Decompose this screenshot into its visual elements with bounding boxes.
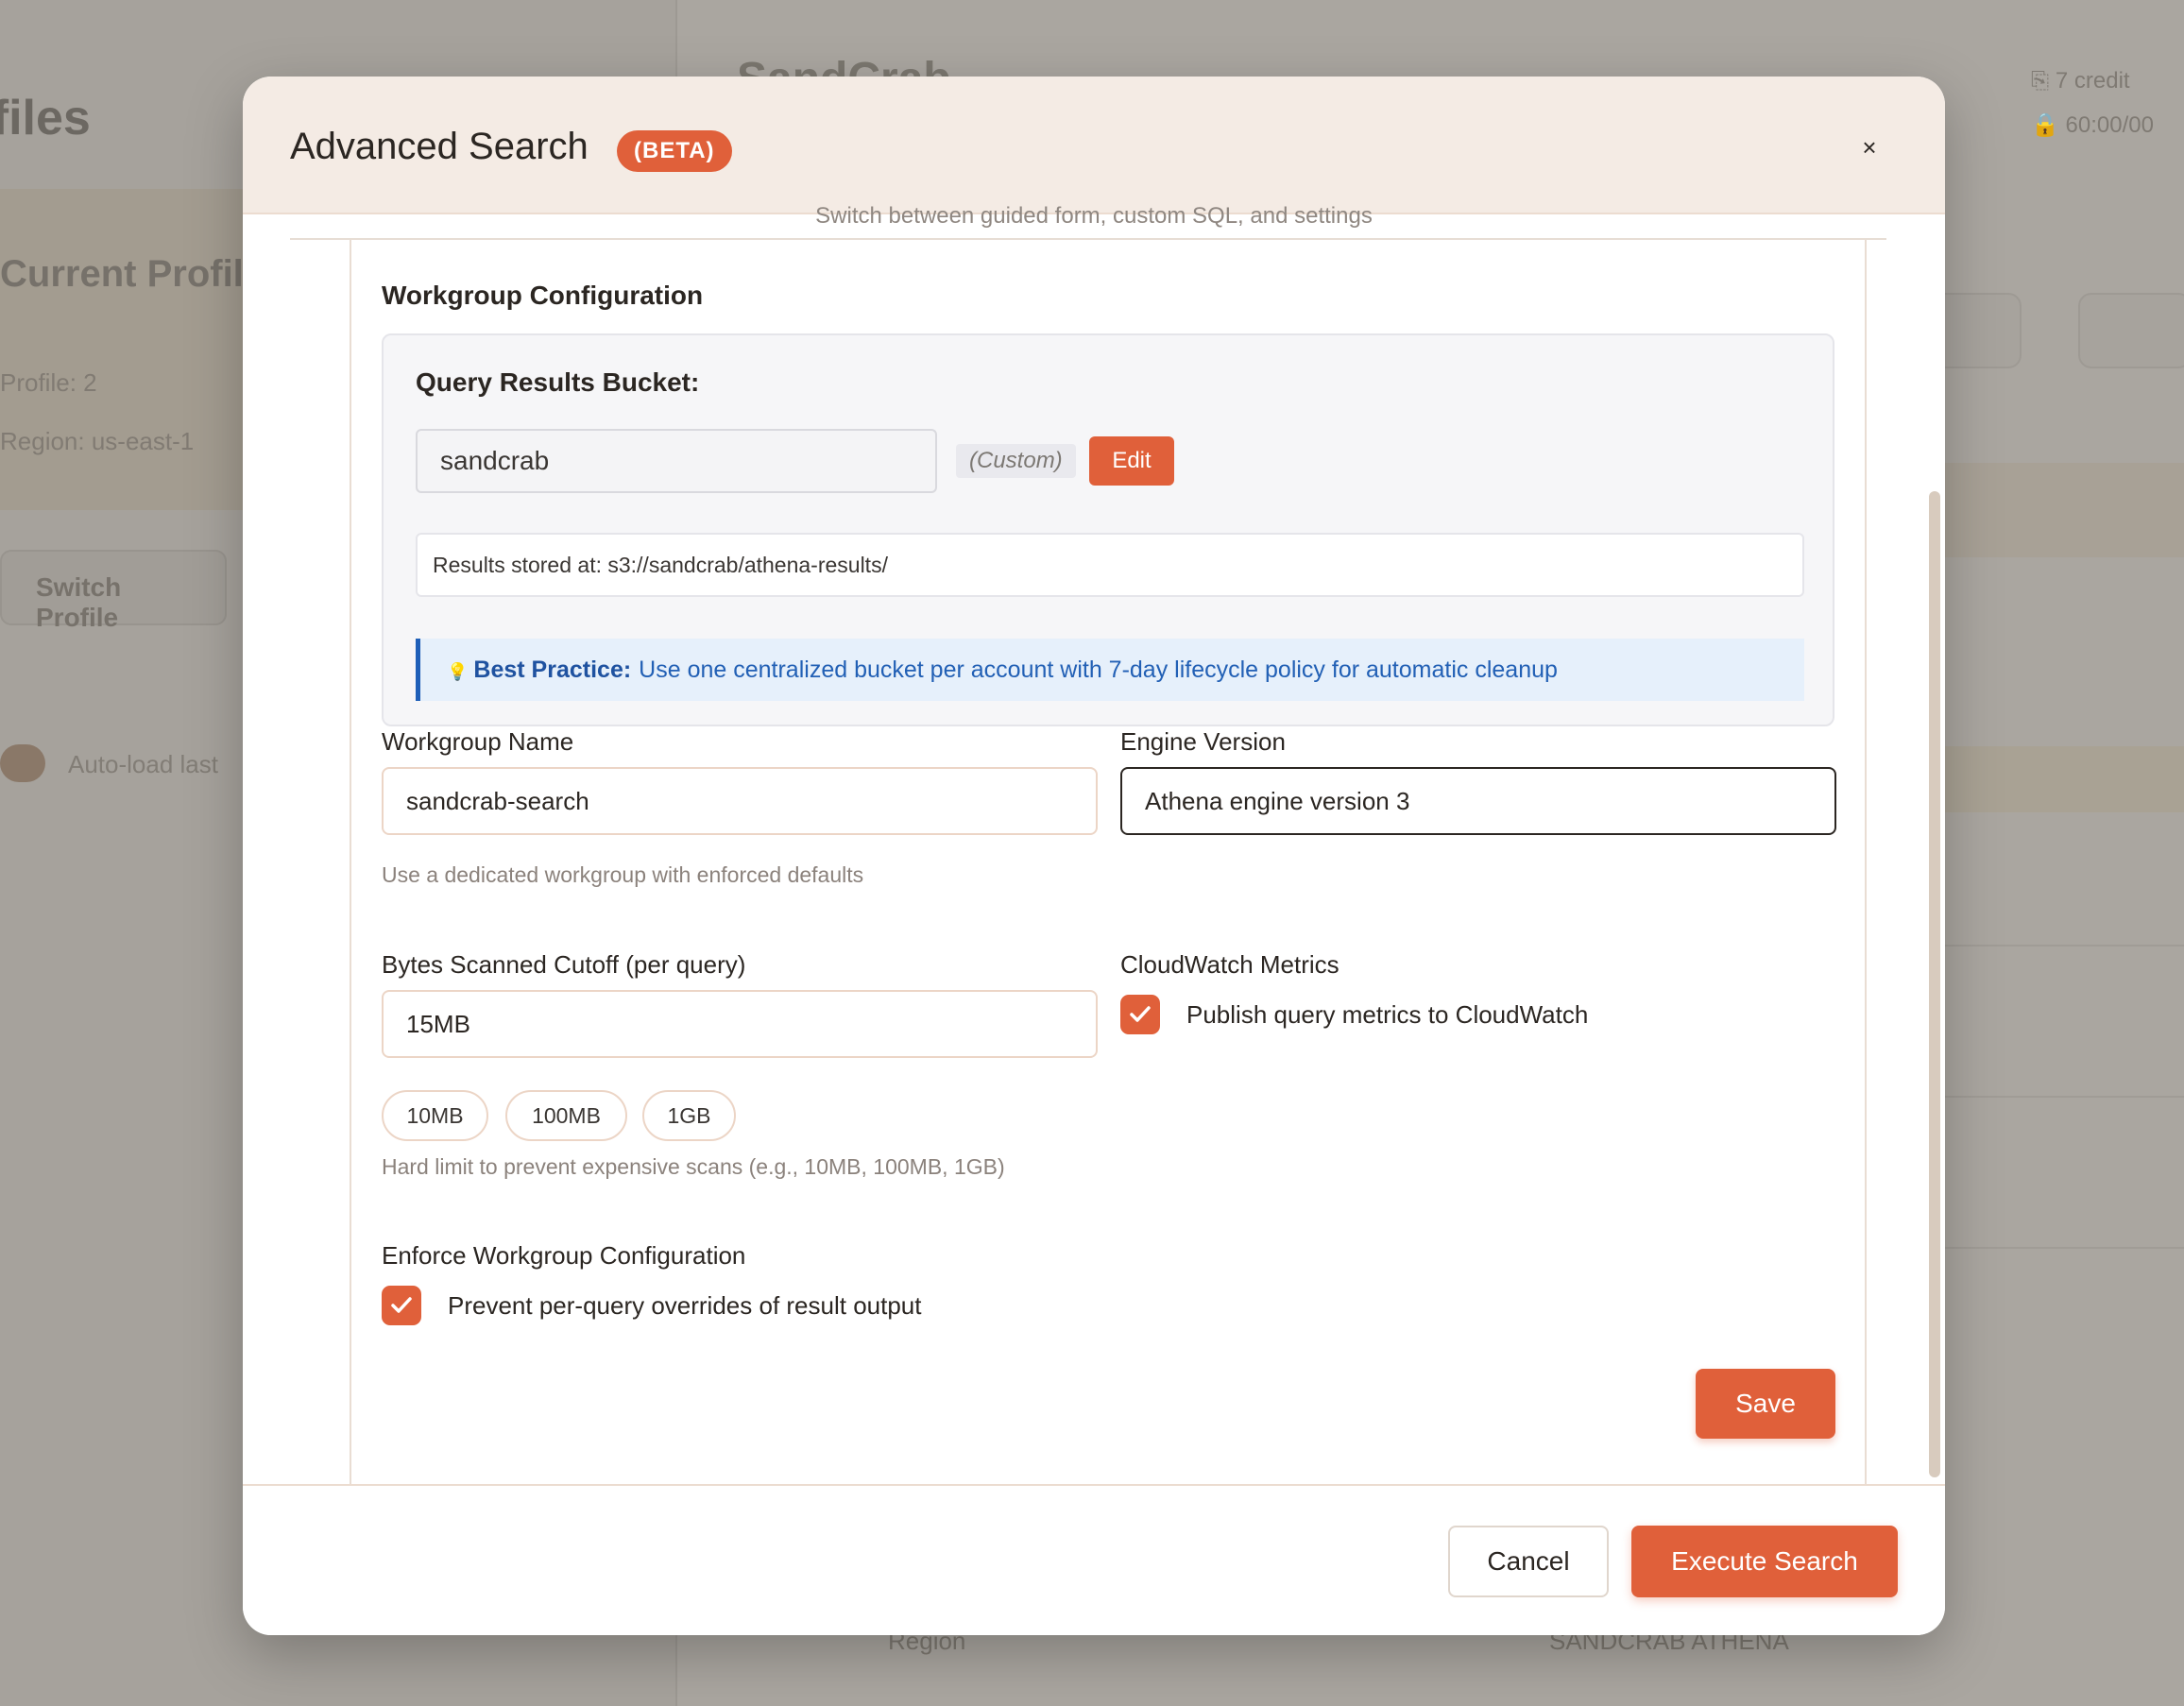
cloudwatch-checkbox[interactable]: [1120, 995, 1160, 1034]
save-button[interactable]: Save: [1696, 1369, 1835, 1439]
workgroup-name-label: Workgroup Name: [382, 727, 574, 756]
enforce-config-checkbox[interactable]: [382, 1286, 421, 1325]
lightbulb-icon: 💡: [447, 662, 469, 681]
execute-search-button[interactable]: Execute Search: [1631, 1526, 1898, 1597]
query-results-bucket-panel: Query Results Bucket: sandcrab (Custom) …: [382, 333, 1834, 726]
background-switch-profile-button: Switch Profile: [0, 550, 227, 632]
modal-header: Advanced Search (BETA) ×: [243, 77, 1945, 214]
scrollbar[interactable]: [1929, 491, 1940, 1477]
preset-chip-10mb[interactable]: 10MB: [382, 1090, 488, 1141]
modal-title: Advanced Search: [290, 126, 589, 167]
close-icon[interactable]: ×: [1851, 128, 1888, 166]
bucket-label: Query Results Bucket:: [416, 367, 700, 397]
section-title: Workgroup Configuration: [382, 281, 704, 310]
beta-badge: (BETA): [617, 130, 732, 172]
bytes-cutoff-help: Hard limit to prevent expensive scans (e…: [382, 1154, 1005, 1179]
background-card-title: Current Profile: [0, 253, 265, 295]
engine-version-label: Engine Version: [1120, 727, 1286, 756]
checkmark-icon: [1130, 1006, 1151, 1022]
bucket-input[interactable]: sandcrab: [416, 429, 937, 493]
background-auto-load-label: Auto-load last: [68, 750, 218, 778]
background-page-title: ofiles: [0, 91, 91, 145]
tabs-subtitle: Switch between guided form, custom SQL, …: [815, 203, 1373, 229]
checkmark-icon: [391, 1297, 412, 1313]
background-settings-button: [2078, 293, 2184, 368]
background-region-line: Region: us-east-1: [0, 427, 195, 455]
cancel-button[interactable]: Cancel: [1448, 1526, 1609, 1597]
best-practice-text: Use one centralized bucket per account w…: [639, 657, 1558, 683]
results-path: Results stored at: s3://sandcrab/athena-…: [416, 533, 1804, 597]
best-practice-callout: 💡 Best Practice: Use one centralized bucke…: [416, 639, 1804, 701]
cloudwatch-checkbox-label[interactable]: Publish query metrics to CloudWatch: [1186, 1000, 1588, 1030]
custom-tag: (Custom): [956, 444, 1076, 478]
bytes-cutoff-label: Bytes Scanned Cutoff (per query): [382, 950, 746, 979]
preset-chip-100mb[interactable]: 100MB: [505, 1090, 627, 1141]
background-profile-card: [0, 189, 283, 510]
modal-footer: Cancel Execute Search: [243, 1484, 1945, 1635]
advanced-search-modal: Advanced Search (BETA) × Switch between …: [243, 77, 1945, 1635]
background-profile-line: Profile: 2: [0, 368, 97, 397]
edit-bucket-button[interactable]: Edit: [1089, 436, 1174, 486]
background-meta-credits: ⎘ 7 credit: [2031, 68, 2130, 94]
engine-version-select[interactable]: Athena engine version 3: [1120, 767, 1836, 835]
bytes-cutoff-input[interactable]: 15MB: [382, 990, 1098, 1058]
enforce-config-label: Enforce Workgroup Configuration: [382, 1241, 746, 1270]
background-auto-load-toggle: [0, 744, 45, 782]
cloudwatch-label: CloudWatch Metrics: [1120, 950, 1339, 979]
workgroup-name-input[interactable]: sandcrab-search: [382, 767, 1098, 835]
best-practice-title: Best Practice:: [473, 657, 632, 683]
background-meta-timer: 🔒 60:00/00: [2031, 112, 2154, 138]
preset-chip-1gb[interactable]: 1GB: [642, 1090, 736, 1141]
workgroup-name-help: Use a dedicated workgroup with enforced …: [382, 862, 864, 887]
enforce-config-checkbox-label[interactable]: Prevent per-query overrides of result ou…: [448, 1291, 921, 1321]
